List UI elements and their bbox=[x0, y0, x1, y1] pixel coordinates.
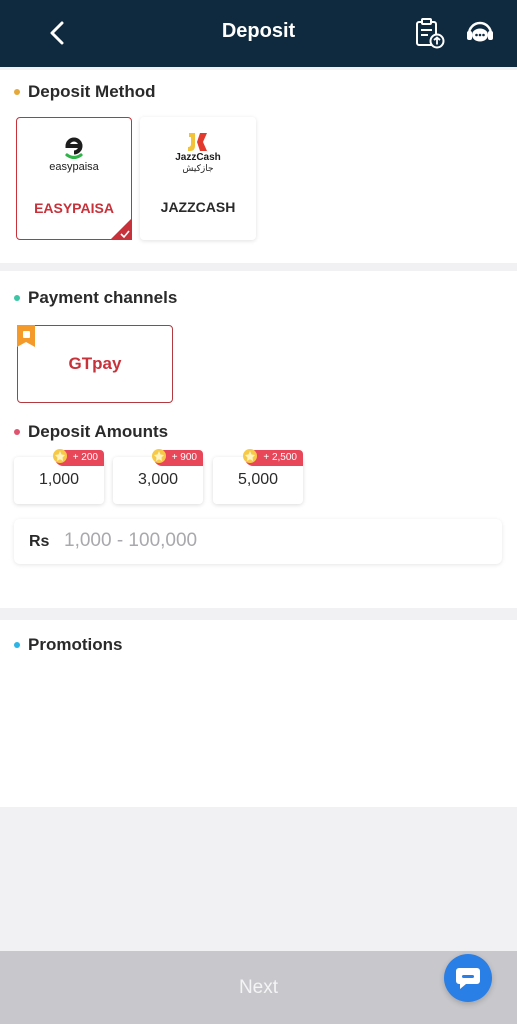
amount-input-box: Rs bbox=[14, 519, 502, 564]
footer-bar: Next bbox=[0, 951, 517, 1024]
channel-label: GTpay bbox=[68, 354, 122, 373]
recommend-ribbon-icon bbox=[17, 325, 35, 347]
easypaisa-logo: easypaisa bbox=[17, 128, 131, 180]
amount-option[interactable]: + 2,500 5,000 bbox=[213, 449, 303, 504]
live-chat-button[interactable] bbox=[444, 954, 492, 1002]
channel-gtpay[interactable]: GTpay bbox=[17, 325, 173, 403]
deposit-records-button[interactable] bbox=[412, 16, 446, 50]
amount-value: 3,000 bbox=[137, 471, 179, 488]
next-button[interactable]: Next bbox=[0, 951, 517, 1024]
promotions-title: Promotions bbox=[14, 635, 122, 655]
selected-check-icon bbox=[110, 218, 132, 240]
method-easypaisa[interactable]: easypaisa EASYPAISA bbox=[16, 117, 132, 240]
jazzcash-icon bbox=[188, 133, 207, 151]
customer-service-button[interactable] bbox=[463, 16, 497, 50]
section-dot bbox=[14, 429, 20, 435]
section-dot bbox=[14, 89, 20, 95]
easypaisa-icon bbox=[65, 137, 83, 159]
top-app-bar: Deposit bbox=[0, 0, 517, 67]
bonus-badge: + 900 bbox=[151, 449, 203, 466]
deposit-amounts-title: Deposit Amounts bbox=[14, 422, 168, 442]
clipboard-upload-icon bbox=[416, 18, 445, 49]
method-label: EASYPAISA bbox=[34, 200, 114, 216]
coin-icon bbox=[52, 449, 67, 463]
currency-label: Rs bbox=[29, 533, 50, 550]
section-dot bbox=[14, 295, 20, 301]
bonus-badge: + 200 bbox=[52, 449, 104, 466]
amount-value: 5,000 bbox=[237, 471, 279, 488]
amount-option[interactable]: + 900 3,000 bbox=[113, 449, 203, 504]
amount-value: 1,000 bbox=[38, 471, 80, 488]
method-jazzcash[interactable]: JazzCash جازکیش JAZZCASH bbox=[140, 117, 256, 240]
jazzcash-logo: JazzCash جازکیش bbox=[140, 127, 256, 179]
customer-service-icon bbox=[467, 21, 493, 42]
promotions-section: Promotions bbox=[0, 620, 517, 807]
method-label: JAZZCASH bbox=[160, 199, 236, 215]
deposit-method-title: Deposit Method bbox=[14, 82, 156, 102]
chat-bubble-icon bbox=[456, 968, 480, 989]
amount-option[interactable]: + 200 1,000 bbox=[14, 449, 104, 504]
bonus-badge: + 2,500 bbox=[243, 449, 303, 466]
coin-icon bbox=[243, 449, 258, 463]
payment-channels-title: Payment channels bbox=[14, 288, 177, 308]
amount-input[interactable] bbox=[64, 527, 484, 555]
coin-icon bbox=[151, 449, 166, 463]
section-dot bbox=[14, 642, 20, 648]
